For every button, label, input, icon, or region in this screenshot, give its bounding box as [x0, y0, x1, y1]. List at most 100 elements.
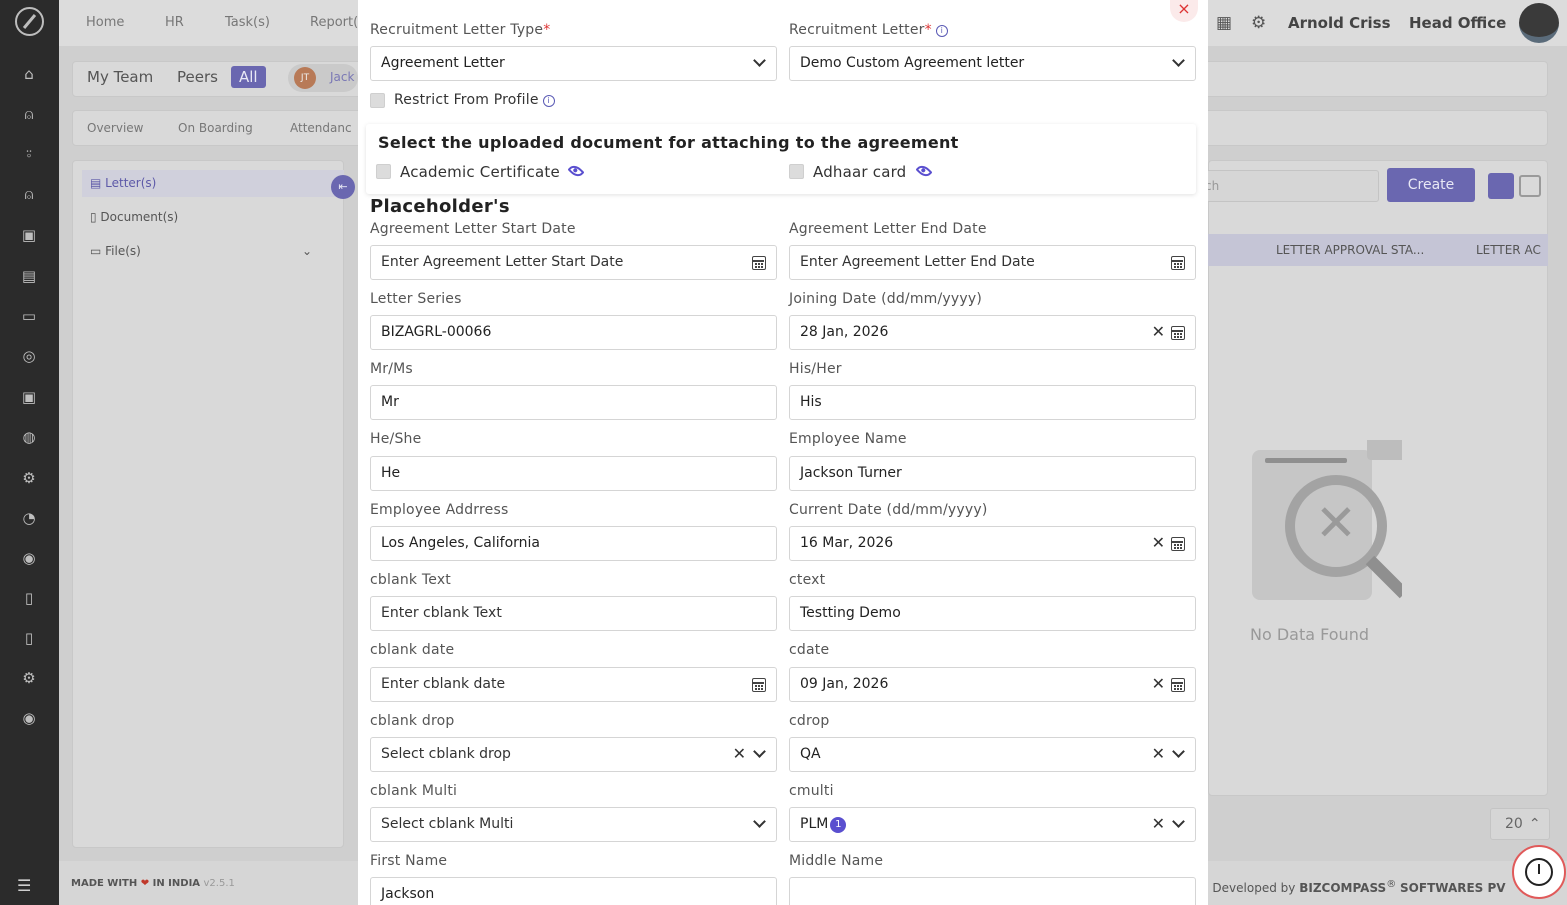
joining-date-field[interactable]: 28 Jan, 2026 ✕	[789, 315, 1196, 350]
heart-icon: ❤	[140, 878, 150, 889]
employee-address-field[interactable]: Los Angeles, California	[370, 526, 777, 561]
page-size-select[interactable]: 20 ⌃	[1490, 808, 1550, 840]
sidebar-item-files[interactable]: ▭ File(s) ⌄	[90, 244, 312, 258]
column-header-approval[interactable]: LETTER APPROVAL STA...	[1276, 243, 1424, 257]
chip-name: Jack	[330, 70, 355, 84]
tab-attendance[interactable]: Attendanc	[290, 121, 352, 135]
timer-icon	[1525, 858, 1553, 886]
no-data-text: No Data Found	[1250, 625, 1369, 644]
list-view-icon[interactable]	[1488, 173, 1514, 199]
cdate-label: cdate	[789, 642, 830, 658]
middle-name-label: Middle Name	[789, 853, 884, 869]
first-name-label: First Name	[370, 853, 448, 869]
sidebar-item-letters[interactable]: ▤ Letter(s)	[90, 176, 156, 190]
archive-icon[interactable]: ▭	[20, 307, 38, 325]
first-name-field[interactable]: Jackson	[370, 877, 777, 905]
close-icon[interactable]: ✕	[1152, 533, 1165, 552]
cdrop-select[interactable]: QA ✕	[789, 737, 1196, 772]
search-input[interactable]: ch	[1200, 170, 1379, 202]
office-name[interactable]: Head Office	[1409, 14, 1506, 32]
made-with-text: MADE WITH ❤ IN INDIA v2.5.1	[71, 878, 235, 889]
tab-overview[interactable]: Overview	[87, 121, 144, 135]
middle-name-field[interactable]	[789, 877, 1196, 905]
close-button[interactable]: ×	[1170, 0, 1198, 22]
create-button[interactable]: Create	[1387, 168, 1475, 202]
nav-home[interactable]: Home	[86, 15, 124, 30]
end-date-field[interactable]: Enter Agreement Letter End Date	[789, 245, 1196, 280]
nav-tasks[interactable]: Task(s)	[225, 15, 270, 30]
close-icon[interactable]: ✕	[1152, 322, 1165, 341]
calendar-icon	[1171, 678, 1185, 692]
table-header: LETTER APPROVAL STA... LETTER AC	[1208, 234, 1548, 266]
menu-collapse-icon[interactable]: ☰	[17, 876, 31, 895]
add-user-icon[interactable]: ⍝	[20, 185, 38, 203]
cmulti-select[interactable]: PLM 1 ✕	[789, 807, 1196, 842]
no-data-illustration: ✕	[1252, 440, 1402, 600]
segment-my-team[interactable]: My Team	[87, 68, 153, 86]
column-header-action[interactable]: LETTER AC	[1476, 243, 1541, 257]
team-icon[interactable]: ◎	[20, 347, 38, 365]
restrict-label: Restrict From Profile i	[394, 92, 555, 108]
avatar[interactable]	[1519, 3, 1559, 43]
user-icon[interactable]: ⍤	[20, 145, 38, 163]
segment-peers[interactable]: Peers	[177, 68, 218, 86]
cblank-drop-select[interactable]: Select cblank drop ✕	[370, 737, 777, 772]
grid-icon[interactable]: ▦	[1216, 13, 1232, 33]
calendar-icon	[1171, 326, 1185, 340]
grid-view-icon[interactable]	[1519, 175, 1541, 197]
letter-select[interactable]: Demo Custom Agreement letter	[789, 46, 1196, 81]
info-icon: i	[542, 95, 555, 107]
wallet-icon[interactable]: ▣	[20, 226, 38, 244]
tab-on-boarding[interactable]: On Boarding	[178, 121, 253, 135]
nav-report[interactable]: Report(	[310, 15, 358, 30]
start-date-field[interactable]: Enter Agreement Letter Start Date	[370, 245, 777, 280]
support-icon[interactable]: ◉	[20, 549, 38, 567]
employee-name-field[interactable]: Jackson Turner	[789, 456, 1196, 491]
close-icon[interactable]: ✕	[733, 744, 746, 763]
academic-certificate-checkbox[interactable]	[376, 164, 391, 179]
attach-doc-label: Academic Certificate	[400, 163, 560, 181]
restrict-from-profile-checkbox[interactable]	[370, 93, 385, 108]
timer-button[interactable]	[1512, 845, 1566, 899]
current-date-field[interactable]: 16 Mar, 2026 ✕	[789, 526, 1196, 561]
cblank-text-field[interactable]: Enter cblank Text	[370, 596, 777, 631]
help-icon[interactable]: ◉	[20, 709, 38, 727]
cblank-date-field[interactable]: Enter cblank date	[370, 667, 777, 702]
placeholders-title: Placeholder's	[370, 196, 510, 217]
close-icon[interactable]: ✕	[1152, 744, 1165, 763]
employee-chip[interactable]: JT Jack	[288, 64, 358, 92]
sidebar-item-documents[interactable]: ▯ Document(s)	[90, 210, 178, 224]
home-icon[interactable]: ⌂	[20, 65, 38, 83]
nav-hr[interactable]: HR	[165, 15, 184, 30]
close-icon[interactable]: ✕	[1152, 814, 1165, 833]
compass-logo-icon[interactable]	[15, 7, 44, 36]
briefcase-icon[interactable]: ▤	[20, 267, 38, 285]
info-icon: i	[935, 25, 948, 37]
cdate-field[interactable]: 09 Jan, 2026 ✕	[789, 667, 1196, 702]
segment-all[interactable]: All	[231, 66, 266, 88]
count-badge: 1	[830, 817, 847, 833]
letter-series-label: Letter Series	[370, 291, 462, 307]
letter-series-field[interactable]: BIZAGRL-00066	[370, 315, 777, 350]
search-check-icon[interactable]: ◔	[20, 509, 38, 527]
adhaar-card-checkbox[interactable]	[789, 164, 804, 179]
user-settings-icon[interactable]: ⚙	[20, 469, 38, 487]
letter-type-select[interactable]: Agreement Letter	[370, 46, 777, 81]
document-icon[interactable]: ▯	[20, 589, 38, 607]
settings-icon[interactable]: ⚙	[20, 669, 38, 687]
user-name[interactable]: Arnold Criss	[1288, 14, 1391, 32]
gear-icon[interactable]: ⚙	[1251, 13, 1266, 33]
side-panel	[72, 160, 344, 848]
badge-icon[interactable]: ◍	[20, 428, 38, 446]
close-icon[interactable]: ✕	[1152, 674, 1165, 693]
collapse-panel-button[interactable]: ⇤	[331, 175, 355, 199]
chevron-down-icon: ⌄	[302, 244, 313, 258]
he-she-field[interactable]: He	[370, 456, 777, 491]
cblank-multi-select[interactable]: Select cblank Multi	[370, 807, 777, 842]
add-user-icon[interactable]: ⍝	[20, 105, 38, 123]
wallet-icon[interactable]: ▣	[20, 388, 38, 406]
mr-ms-field[interactable]: Mr	[370, 385, 777, 420]
ctext-field[interactable]: Testting Demo	[789, 596, 1196, 631]
his-her-field[interactable]: His	[789, 385, 1196, 420]
report-icon[interactable]: ▯	[20, 629, 38, 647]
